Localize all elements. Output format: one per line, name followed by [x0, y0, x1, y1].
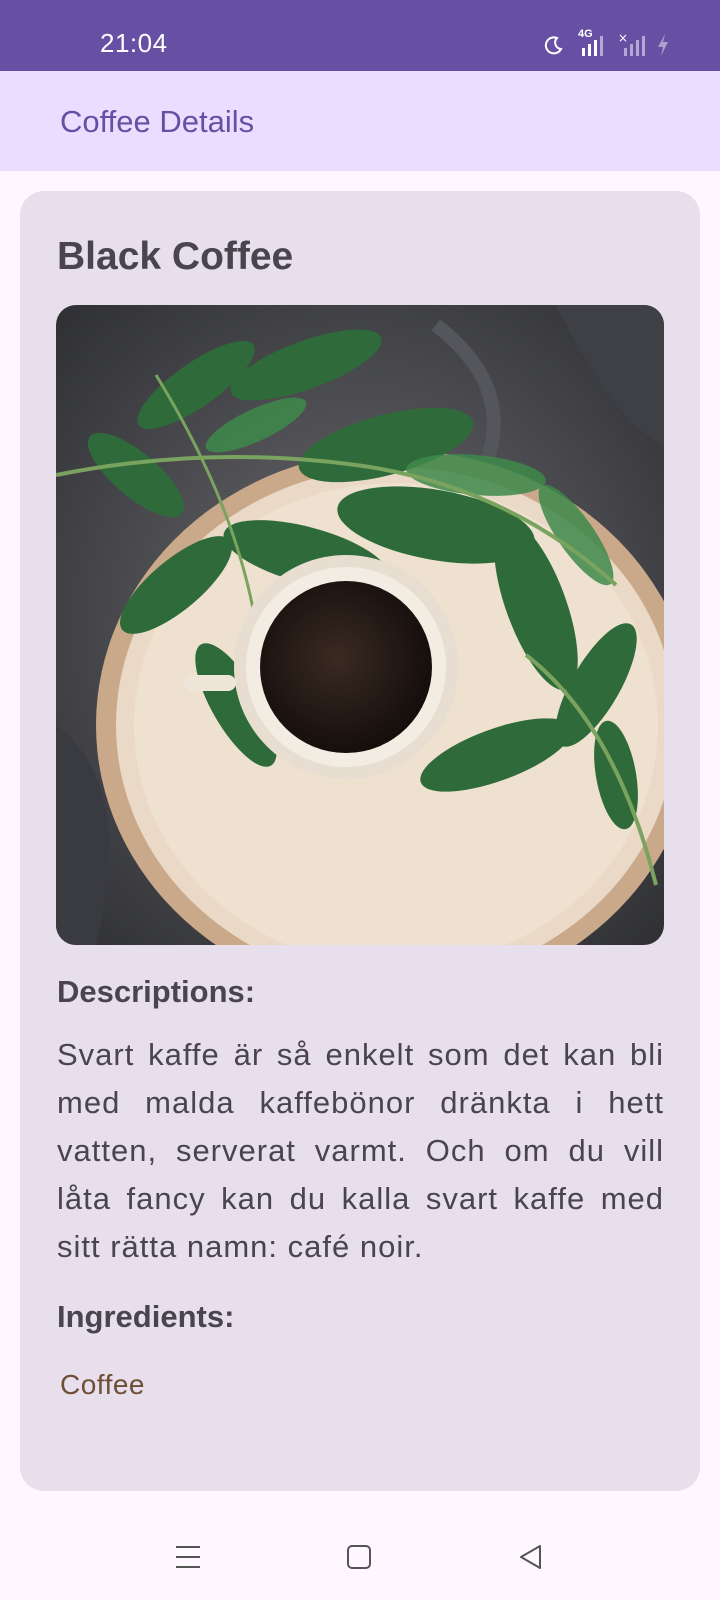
- status-bar: 21:04 4G ×: [0, 0, 720, 71]
- coffee-description: Svart kaffe är så enkelt som det kan bli…: [57, 1037, 664, 1264]
- ingredients-label: Ingredients:: [57, 1299, 235, 1334]
- battery-charging-icon: [656, 33, 670, 57]
- coffee-name: Black Coffee: [57, 235, 294, 278]
- system-navigation-bar: [0, 1510, 720, 1600]
- app-bar: Coffee Details: [0, 71, 720, 171]
- coffee-image: [56, 305, 664, 945]
- signal-4g-icon: 4G: [574, 28, 608, 58]
- descriptions-label: Descriptions:: [57, 974, 256, 1009]
- ingredient-item: Coffee: [60, 1369, 145, 1400]
- moon-icon: [544, 35, 564, 55]
- status-time: 21:04: [100, 28, 168, 58]
- status-icons: 4G ×: [544, 28, 670, 60]
- svg-text:×: ×: [618, 32, 628, 45]
- back-icon[interactable]: [513, 1540, 547, 1574]
- home-icon[interactable]: [342, 1540, 376, 1574]
- menu-icon[interactable]: [171, 1540, 205, 1574]
- page-title: Coffee Details: [60, 104, 255, 139]
- signal-icon: ×: [618, 32, 646, 58]
- coffee-detail-card: Black Coffee Descriptions: Svart kaffe ä…: [20, 191, 700, 1491]
